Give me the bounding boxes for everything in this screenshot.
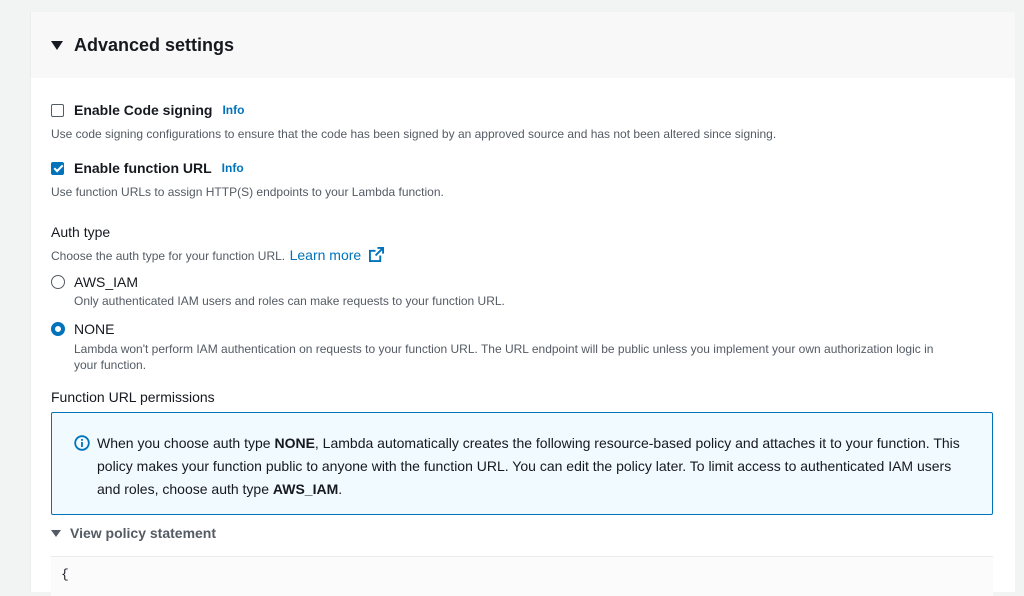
auth-type-label: Auth type [51,224,111,240]
aws-iam-description: Only authenticated IAM users and roles c… [74,294,505,308]
caret-down-icon[interactable] [51,40,63,50]
aws-iam-label[interactable]: AWS_IAM [74,274,138,290]
advanced-settings-panel: Advanced settings Enable Code signing In… [30,12,1015,596]
function-url-label[interactable]: Enable function URL [74,160,212,176]
none-description-line2: your function. [74,358,147,372]
info-icon [74,435,90,451]
info-alert: When you choose auth type NONE, Lambda a… [51,412,993,515]
alert-text-part1: When you choose auth type [97,435,275,451]
none-radio[interactable] [51,322,65,336]
auth-type-description: Choose the auth type for your function U… [51,249,286,263]
function-url-description: Use function URLs to assign HTTP(S) endp… [51,185,444,199]
function-url-permissions-label: Function URL permissions [51,389,215,405]
aws-iam-radio[interactable] [51,275,65,289]
alert-text-bold-aws-iam: AWS_IAM [272,481,339,497]
code-signing-label[interactable]: Enable Code signing [74,102,212,118]
caret-down-icon[interactable] [51,529,61,537]
function-url-info-link[interactable]: Info [222,161,244,175]
policy-statement-code: { [51,556,993,596]
section-title: Advanced settings [74,34,235,55]
code-signing-checkbox[interactable] [51,103,64,117]
learn-more-link[interactable]: Learn more [289,247,385,263]
auth-type-description-row: Choose the auth type for your function U… [51,247,385,265]
view-policy-statement-toggle[interactable]: View policy statement [51,525,216,541]
none-label[interactable]: NONE [74,321,114,337]
info-alert-text: When you choose auth type NONE, Lambda a… [97,432,967,501]
auth-option-aws-iam[interactable]: AWS_IAM [51,274,138,290]
external-link-icon [369,247,385,262]
alert-text-part3: . [338,481,343,497]
function-url-row: Enable function URL Info [51,160,244,176]
alert-text-bold-none: NONE [274,435,315,451]
learn-more-label: Learn more [289,247,362,263]
advanced-settings-header[interactable]: Advanced settings [31,12,1015,78]
code-signing-description: Use code signing configurations to ensur… [51,127,777,141]
policy-code-line: { [61,567,69,582]
code-signing-info-link[interactable]: Info [222,103,244,117]
auth-option-none[interactable]: NONE [51,321,114,337]
none-description-line1: Lambda won't perform IAM authentication … [74,342,934,356]
code-signing-row: Enable Code signing Info [51,102,244,118]
function-url-checkbox[interactable] [51,161,64,175]
view-policy-statement-label[interactable]: View policy statement [70,525,216,541]
